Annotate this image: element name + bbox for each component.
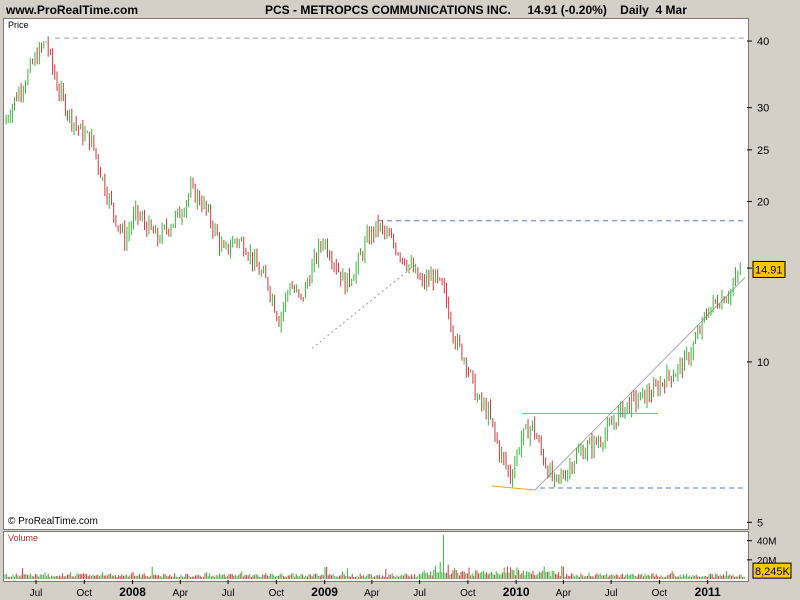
site-label[interactable]: www.ProRealTime.com bbox=[6, 3, 138, 17]
y-tick-label: 25 bbox=[757, 145, 769, 157]
y-tick-label: 5 bbox=[757, 517, 763, 529]
x-tick-label: 2009 bbox=[311, 585, 338, 599]
last-price-tag bbox=[752, 260, 786, 278]
credit-label: © ProRealTime.com bbox=[8, 516, 98, 527]
last-volume-label: 8,245K bbox=[755, 566, 791, 578]
chart-title: PCS - METROPCS COMMUNICATIONS INC. 14.91… bbox=[265, 3, 687, 17]
last-price-label: 14.91 bbox=[755, 264, 783, 276]
y-tick-label: 15 bbox=[757, 263, 769, 275]
x-tick-label: Apr bbox=[173, 588, 189, 599]
volume-tick-label: 20M bbox=[757, 556, 776, 567]
y-tick-label: 30 bbox=[757, 103, 769, 115]
price-panel-label: Price bbox=[8, 20, 29, 30]
x-tick-label: Jul bbox=[222, 588, 235, 599]
volume-panel-label: Volume bbox=[8, 533, 39, 543]
y-tick-label: 20 bbox=[757, 196, 769, 208]
volume-panel[interactable]: Volume bbox=[3, 531, 749, 582]
x-tick-label: Jul bbox=[30, 588, 43, 599]
x-tick-label: Jul bbox=[413, 588, 426, 599]
header-bar: www.ProRealTime.com PCS - METROPCS COMMU… bbox=[0, 0, 800, 18]
x-tick-label: 2011 bbox=[695, 585, 721, 599]
last-volume-tag bbox=[752, 562, 792, 579]
x-tick-label: Jul bbox=[605, 588, 618, 599]
x-tick-label: 2008 bbox=[119, 585, 146, 599]
x-tick-label: Oct bbox=[269, 588, 285, 599]
x-tick-label: Oct bbox=[460, 588, 476, 599]
x-tick-label: Oct bbox=[652, 588, 668, 599]
price-panel[interactable]: Price © ProRealTime.com bbox=[3, 18, 749, 530]
y-tick-label: 40 bbox=[757, 36, 769, 48]
x-tick-label: Apr bbox=[556, 588, 572, 599]
x-tick-label: Apr bbox=[364, 588, 380, 599]
x-tick-label: 2010 bbox=[503, 585, 530, 599]
x-tick-label: Oct bbox=[77, 588, 93, 599]
y-tick-label: 10 bbox=[757, 357, 769, 369]
volume-tick-label: 40M bbox=[757, 537, 776, 548]
